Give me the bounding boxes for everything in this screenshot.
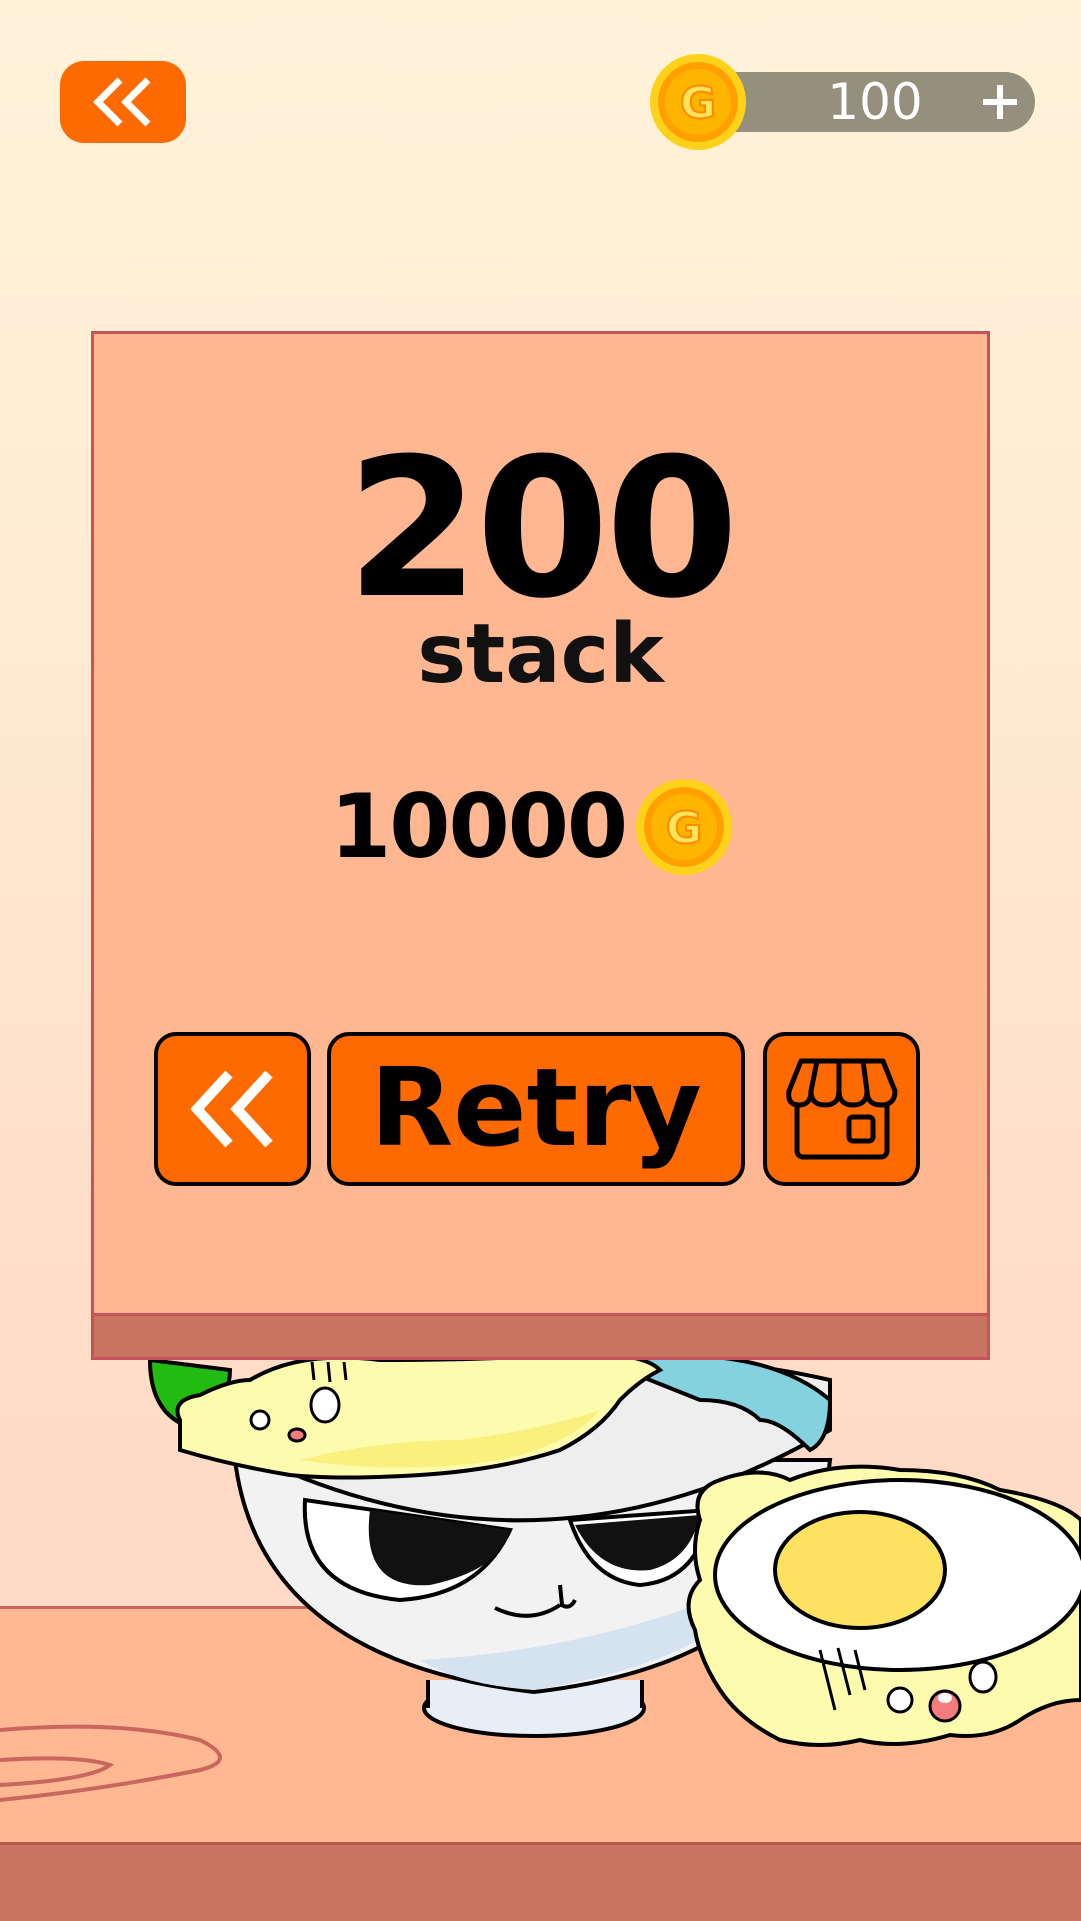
coin-letter: G <box>666 803 702 854</box>
double-chevron-left-icon <box>189 1070 273 1148</box>
add-coins-button[interactable] <box>975 72 1025 132</box>
coin-letter: G <box>680 78 716 129</box>
back-button[interactable] <box>60 61 186 143</box>
shop-button[interactable] <box>763 1032 920 1186</box>
plus-icon <box>983 85 1017 119</box>
result-panel-base <box>91 1313 990 1360</box>
back-to-menu-button[interactable] <box>154 1032 311 1186</box>
gold-coin-icon: G <box>650 54 746 150</box>
retry-label: Retry <box>370 1046 702 1171</box>
coin-balance: 100 <box>827 73 923 131</box>
game-screen: 100 G 200 stack 10000 G Retry <box>0 0 1081 1921</box>
reward-amount: 10000 <box>330 775 628 878</box>
gold-coin-icon: G <box>636 779 733 875</box>
fried-egg <box>686 1464 1081 1747</box>
score-unit-label: stack <box>417 607 664 702</box>
shop-icon <box>785 1058 897 1160</box>
stack-score: 200 <box>346 418 739 641</box>
coin-reward: 10000 G <box>330 772 734 882</box>
double-chevron-left-icon <box>93 77 151 127</box>
retry-button[interactable]: Retry <box>327 1032 745 1186</box>
